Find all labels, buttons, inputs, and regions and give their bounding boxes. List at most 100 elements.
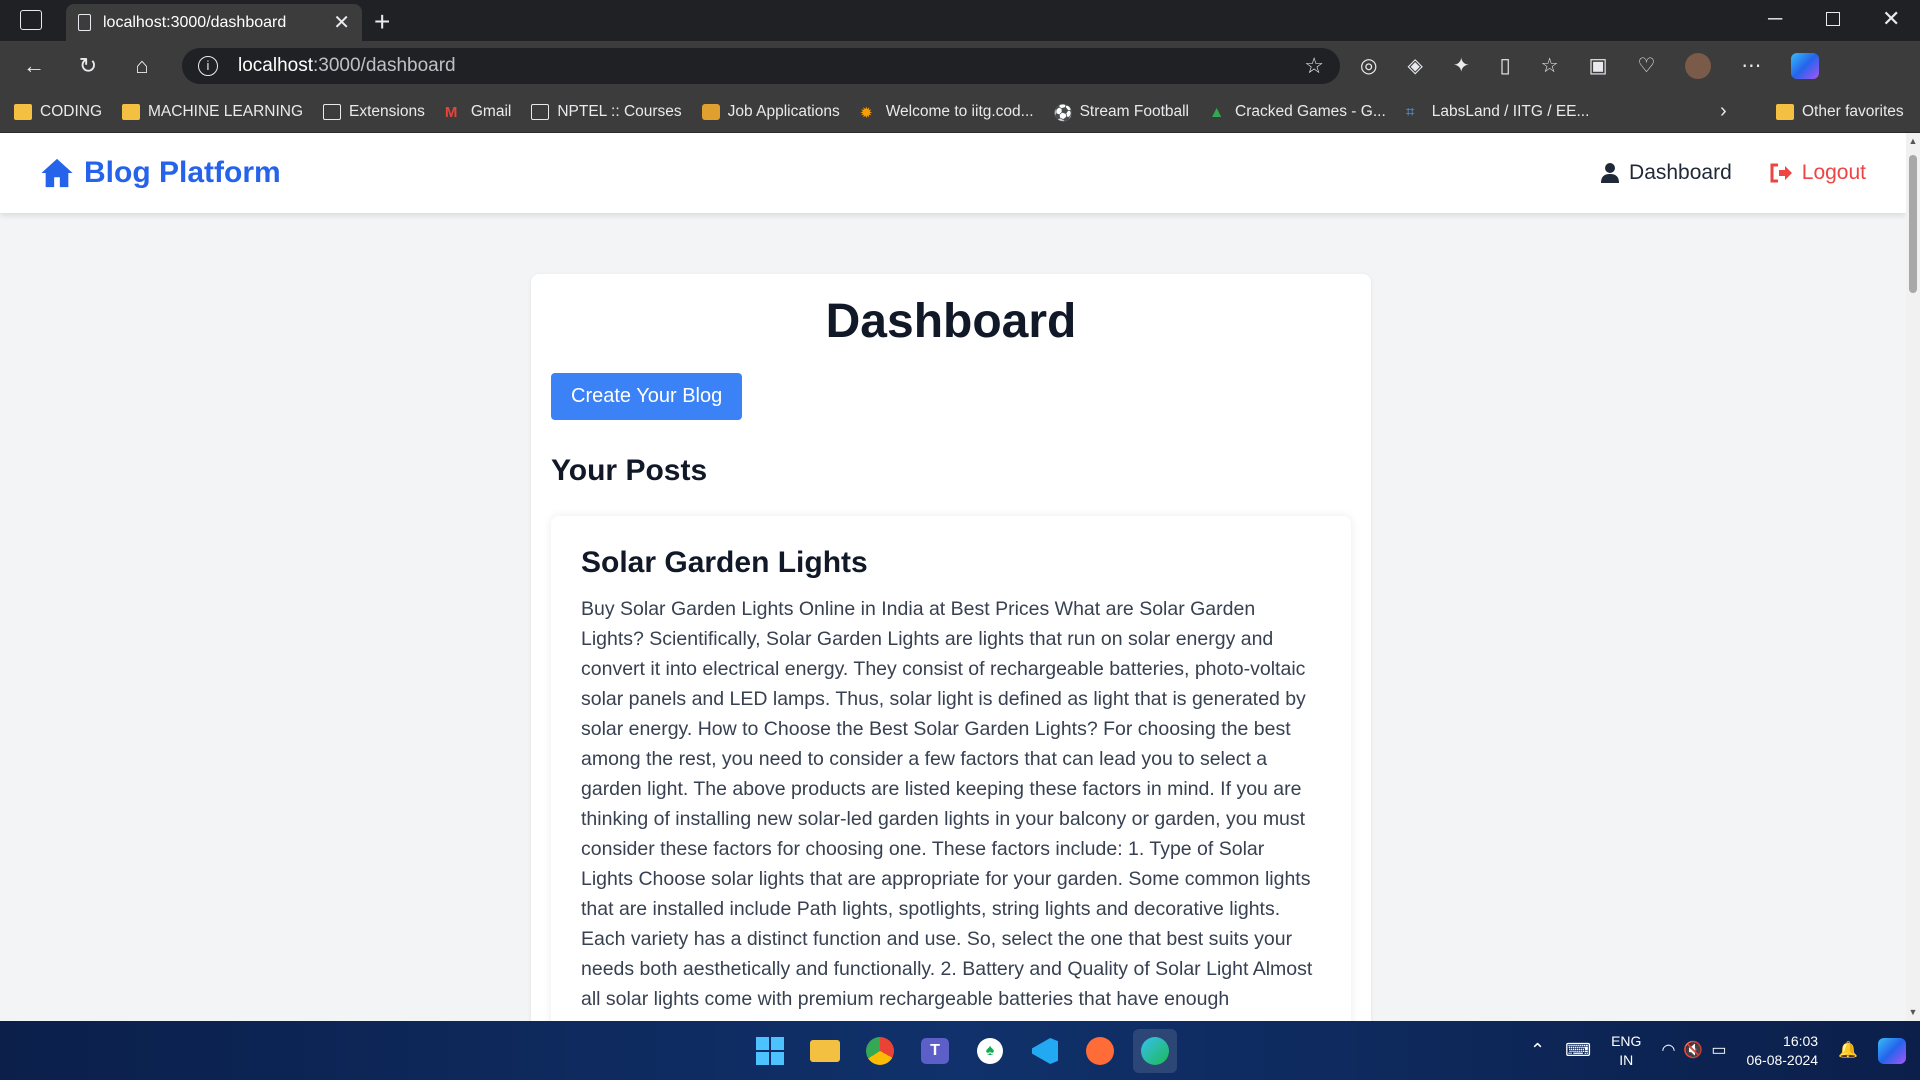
lang-bottom: IN: [1619, 1051, 1634, 1068]
site-info-icon[interactable]: i: [198, 56, 218, 76]
back-button[interactable]: ←: [12, 44, 56, 88]
sun-icon: ✹: [859, 104, 873, 122]
windows-taskbar: T ♠ ⌃ ⌨ ENG IN ◠ 🔇 ▭ 16:03 06-08-2024 🔔: [0, 1021, 1920, 1080]
nav-logout-label: Logout: [1801, 161, 1866, 184]
address-toolbar: ← ↻ ⌂ i localhost:3000/dashboard ☆ ◎ ◈ ✦…: [0, 41, 1920, 91]
clock[interactable]: 16:03 06-08-2024: [1746, 1032, 1818, 1070]
browser-tab-bar: localhost:3000/dashboard ✕ + ─ ✕: [0, 0, 1920, 41]
clock-date: 06-08-2024: [1746, 1051, 1819, 1068]
post-card[interactable]: Solar Garden Lights Buy Solar Garden Lig…: [551, 516, 1351, 1021]
page-icon: [531, 103, 550, 120]
copilot-taskbar-icon[interactable]: [1878, 1037, 1906, 1064]
bookmark-label: Job Applications: [727, 102, 840, 120]
page-icon: [323, 103, 342, 120]
page-icon: [78, 14, 91, 31]
nav-dashboard-label: Dashboard: [1629, 161, 1732, 184]
bookmark-label: LabsLand / IITG / EE...: [1431, 102, 1590, 120]
app-navbar: Blog Platform Dashboard Logout: [0, 133, 1906, 213]
tab-actions-icon[interactable]: [20, 10, 42, 30]
scrollbar-thumb[interactable]: [1909, 155, 1917, 293]
bookmark-label: NPTEL :: Courses: [557, 102, 682, 120]
page-viewport: Blog Platform Dashboard Logout Dashboard…: [0, 133, 1906, 1021]
minimize-button[interactable]: ─: [1768, 8, 1782, 31]
bookmark-coding[interactable]: CODING: [14, 103, 102, 121]
chevron-up-icon[interactable]: ⌃: [1530, 1041, 1545, 1060]
favorite-star-icon[interactable]: ☆: [1304, 53, 1324, 79]
home-button[interactable]: ⌂: [120, 44, 164, 88]
bookmark-nptel[interactable]: NPTEL :: Courses: [531, 102, 682, 121]
language-indicator[interactable]: ENG IN: [1611, 1032, 1641, 1070]
volume-muted-icon[interactable]: 🔇: [1683, 1041, 1703, 1060]
bookmark-label: MACHINE LEARNING: [148, 102, 304, 120]
brand-title: Blog Platform: [84, 156, 281, 189]
notification-bell-icon[interactable]: 🔔: [1838, 1041, 1858, 1060]
battery-icon[interactable]: ▭: [1711, 1041, 1726, 1060]
lang-top: ENG: [1611, 1032, 1642, 1049]
bookmark-labsland[interactable]: ⌗ LabsLand / IITG / EE...: [1406, 103, 1590, 121]
page-scrollbar[interactable]: ▲ ▼: [1906, 133, 1920, 1021]
scroll-up-icon[interactable]: ▲: [1908, 136, 1918, 146]
scroll-down-icon[interactable]: ▼: [1908, 1007, 1918, 1017]
copilot-sidebar-icon[interactable]: ◈: [1407, 53, 1422, 79]
chrome-icon[interactable]: [858, 1029, 902, 1073]
favorites-icon[interactable]: ☆: [1541, 53, 1559, 79]
postman-icon[interactable]: [1078, 1029, 1122, 1073]
url-host: localhost: [238, 55, 313, 76]
bookmark-other-favorites[interactable]: Other favorites: [1776, 103, 1904, 121]
bookmark-label: Extensions: [349, 102, 425, 120]
vscode-icon[interactable]: [1023, 1029, 1067, 1073]
system-tray: ⌃ ⌨ ENG IN ◠ 🔇 ▭ 16:03 06-08-2024 🔔: [1530, 1021, 1920, 1080]
bookmark-machine-learning[interactable]: MACHINE LEARNING: [122, 103, 303, 121]
keyboard-icon[interactable]: ⌨: [1565, 1041, 1591, 1060]
bookmarks-bar: CODING MACHINE LEARNING Extensions M Gmai…: [0, 91, 1920, 133]
bookmark-label: Other favorites: [1802, 102, 1904, 120]
brand-link[interactable]: Blog Platform: [40, 156, 281, 190]
drive-icon: ▲: [1209, 103, 1225, 121]
tab-dashboard[interactable]: localhost:3000/dashboard ✕: [66, 4, 362, 41]
collections-icon[interactable]: ▣: [1589, 53, 1608, 79]
bookmark-job-applications[interactable]: Job Applications: [701, 102, 840, 121]
logout-icon: [1770, 163, 1792, 183]
bookmark-extensions[interactable]: Extensions: [323, 103, 425, 121]
gmail-icon: M: [444, 103, 458, 121]
bookmark-label: Stream Football: [1079, 102, 1190, 120]
performance-icon[interactable]: ♡: [1637, 53, 1655, 79]
nav-logout-link[interactable]: Logout: [1770, 161, 1866, 185]
more-menu-icon[interactable]: ⋯: [1741, 53, 1761, 79]
edge-icon[interactable]: [1133, 1029, 1177, 1073]
address-bar[interactable]: i localhost:3000/dashboard ☆: [182, 48, 1340, 84]
wifi-icon[interactable]: ◠: [1661, 1041, 1675, 1060]
dashboard-card: Dashboard Create Your Blog Your Posts So…: [531, 274, 1371, 1021]
bookmark-label: Welcome to iitg.cod...: [885, 102, 1034, 120]
bookmark-iitg[interactable]: ✹ Welcome to iitg.cod...: [859, 102, 1034, 122]
new-tab-button[interactable]: +: [374, 6, 390, 38]
restore-button[interactable]: [1826, 12, 1840, 26]
file-explorer-icon[interactable]: [803, 1029, 847, 1073]
close-window-button[interactable]: ✕: [1882, 6, 1900, 32]
close-tab-icon[interactable]: ✕: [333, 10, 350, 35]
reload-button[interactable]: ↻: [66, 44, 110, 88]
extension-icon[interactable]: ◎: [1360, 53, 1377, 79]
bookmark-cracked-games[interactable]: ▲ Cracked Games - G...: [1209, 103, 1386, 121]
url-path: :3000/dashboard: [313, 55, 456, 76]
copilot-icon[interactable]: [1791, 53, 1820, 79]
split-screen-icon[interactable]: ▯: [1500, 53, 1511, 79]
extensions-icon[interactable]: ✦: [1453, 53, 1470, 79]
bookmark-stream-football[interactable]: ⚽ Stream Football: [1054, 102, 1190, 122]
mongodb-icon[interactable]: ♠: [968, 1029, 1012, 1073]
bookmark-label: CODING: [40, 102, 102, 120]
create-blog-button[interactable]: Create Your Blog: [551, 373, 743, 420]
folder-icon: [1776, 103, 1794, 120]
nav-dashboard-link[interactable]: Dashboard: [1601, 161, 1732, 185]
teams-icon[interactable]: T: [913, 1029, 957, 1073]
toolbar-icons: ◎ ◈ ✦ ▯ ☆ ▣ ♡ ⋯: [1360, 53, 1820, 79]
profile-avatar[interactable]: [1685, 53, 1712, 79]
start-icon[interactable]: [748, 1029, 792, 1073]
app-icon: [701, 103, 720, 120]
chevron-right-icon[interactable]: ›: [1720, 100, 1727, 123]
taskbar-apps: T ♠: [748, 1029, 1188, 1073]
post-body: Buy Solar Garden Lights Online in India …: [581, 598, 1313, 1010]
lab-icon: ⌗: [1405, 103, 1415, 121]
home-icon: [41, 158, 73, 188]
bookmark-gmail[interactable]: M Gmail: [445, 103, 511, 121]
